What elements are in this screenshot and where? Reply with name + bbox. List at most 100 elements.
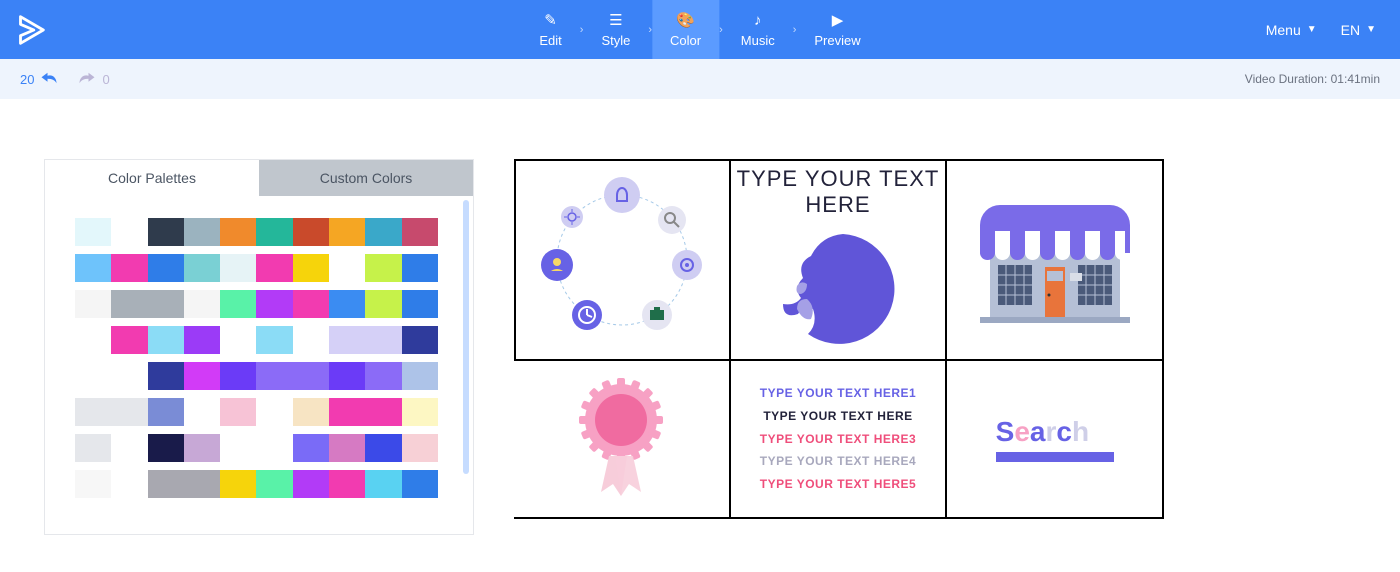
palette-list <box>45 196 473 534</box>
color-swatch <box>148 398 184 426</box>
palette-row[interactable] <box>75 398 459 426</box>
header-right: Menu ▼ EN ▼ <box>1266 22 1400 38</box>
palette-row[interactable] <box>75 362 459 390</box>
color-swatch <box>111 218 147 246</box>
blob-illustration <box>773 224 903 354</box>
step-edit[interactable]: ✎ Edit <box>521 0 579 59</box>
step-style[interactable]: ☰ Style <box>583 0 648 59</box>
logo-icon <box>11 11 49 49</box>
color-preview: TYPE YOUR TEXT HERE <box>514 159 1164 519</box>
color-swatch <box>256 470 292 498</box>
color-swatch <box>402 326 438 354</box>
color-swatch <box>329 254 365 282</box>
color-swatch <box>220 398 256 426</box>
style-icon: ☰ <box>609 11 622 29</box>
text-line: TYPE YOUR TEXT HERE5 <box>760 473 916 496</box>
preview-icon: ▶ <box>832 11 844 29</box>
color-swatch <box>111 398 147 426</box>
undo-icon[interactable] <box>40 71 58 88</box>
color-swatch <box>402 470 438 498</box>
color-swatch <box>220 254 256 282</box>
chevron-down-icon: ▼ <box>1366 24 1376 35</box>
palette-row[interactable] <box>75 470 459 498</box>
color-swatch <box>256 434 292 462</box>
color-swatch <box>256 362 292 390</box>
app-logo[interactable] <box>8 8 52 52</box>
step-label: Style <box>601 33 630 48</box>
color-swatch <box>293 434 329 462</box>
edit-icon: ✎ <box>544 11 557 29</box>
color-swatch <box>75 290 111 318</box>
color-swatch <box>365 362 401 390</box>
color-swatch <box>75 254 111 282</box>
step-nav: ✎Edit›☰Style›🎨Color›♪Music›▶Preview <box>521 0 878 59</box>
text-line: TYPE YOUR TEXT HERE3 <box>760 428 916 451</box>
color-swatch <box>111 362 147 390</box>
palette-row[interactable] <box>75 326 459 354</box>
headline-text: TYPE YOUR TEXT HERE <box>731 166 946 218</box>
palette-row[interactable] <box>75 434 459 462</box>
preview-cell-2: TYPE YOUR TEXT HERE <box>731 159 948 359</box>
step-music[interactable]: ♪Music <box>723 0 793 59</box>
color-swatch <box>111 434 147 462</box>
search-underline <box>996 452 1114 462</box>
preview-cell-4 <box>514 359 731 519</box>
step-label: Music <box>741 33 775 48</box>
preview-cell-3 <box>947 159 1164 359</box>
color-swatch <box>111 326 147 354</box>
text-line: TYPE YOUR TEXT HERE1 <box>760 382 916 405</box>
color-swatch <box>148 290 184 318</box>
palette-row[interactable] <box>75 218 459 246</box>
color-swatch <box>184 398 220 426</box>
color-swatch <box>365 398 401 426</box>
text-line: TYPE YOUR TEXT HERE <box>760 405 916 428</box>
color-swatch <box>402 218 438 246</box>
top-header: ✎Edit›☰Style›🎨Color›♪Music›▶Preview Menu… <box>0 0 1400 59</box>
color-swatch <box>75 434 111 462</box>
ribbon-badge-illustration <box>571 374 671 504</box>
language-dropdown[interactable]: EN ▼ <box>1341 22 1376 38</box>
color-icon: 🎨 <box>676 11 695 29</box>
color-swatch <box>402 434 438 462</box>
color-swatch <box>184 290 220 318</box>
step-preview[interactable]: ▶Preview <box>796 0 878 59</box>
color-swatch <box>329 218 365 246</box>
color-swatch <box>220 290 256 318</box>
color-swatch <box>329 470 365 498</box>
main-area: Color Palettes Custom Colors <box>0 99 1400 565</box>
palette-row[interactable] <box>75 254 459 282</box>
color-swatch <box>184 254 220 282</box>
color-swatch <box>365 290 401 318</box>
color-swatch <box>329 290 365 318</box>
color-swatch <box>329 398 365 426</box>
color-swatch <box>184 326 220 354</box>
menu-dropdown[interactable]: Menu ▼ <box>1266 22 1317 38</box>
color-swatch <box>365 218 401 246</box>
color-swatch <box>148 470 184 498</box>
color-swatch <box>293 254 329 282</box>
color-swatch <box>256 290 292 318</box>
sub-header: 20 0 Video Duration: 01:41min <box>0 59 1400 99</box>
color-panel: Color Palettes Custom Colors <box>44 159 474 535</box>
color-swatch <box>365 326 401 354</box>
text-line: TYPE YOUR TEXT HERE4 <box>760 450 916 473</box>
color-swatch <box>148 362 184 390</box>
color-swatch <box>293 470 329 498</box>
color-swatch <box>184 434 220 462</box>
color-swatch <box>402 290 438 318</box>
step-color[interactable]: 🎨Color <box>652 0 719 59</box>
redo-icon[interactable] <box>78 71 96 88</box>
color-swatch <box>402 398 438 426</box>
color-swatch <box>111 290 147 318</box>
tab-color-palettes[interactable]: Color Palettes <box>45 160 259 196</box>
color-swatch <box>293 398 329 426</box>
color-swatch <box>148 218 184 246</box>
palette-row[interactable] <box>75 290 459 318</box>
preview-cell-5: TYPE YOUR TEXT HERE1TYPE YOUR TEXT HERET… <box>731 359 948 519</box>
color-swatch <box>293 290 329 318</box>
search-word-wrap: Search <box>996 416 1114 462</box>
tab-custom-colors[interactable]: Custom Colors <box>259 160 473 196</box>
color-swatch <box>256 398 292 426</box>
preview-cell-1 <box>514 159 731 359</box>
step-label: Edit <box>539 33 561 48</box>
